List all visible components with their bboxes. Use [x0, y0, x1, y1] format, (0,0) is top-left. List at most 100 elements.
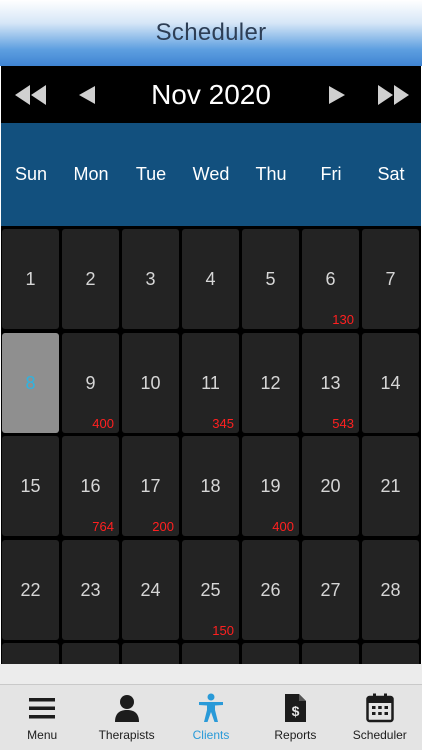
tab-label: Reports: [274, 728, 317, 742]
day-number: 11: [201, 372, 220, 393]
day-cell[interactable]: 24: [122, 539, 179, 640]
day-cell[interactable]: 6 130: [302, 229, 359, 329]
day-cell[interactable]: 11 345: [182, 332, 239, 433]
day-number: 13: [320, 372, 341, 393]
day-cell[interactable]: 19 400: [242, 436, 299, 536]
app-header: Scheduler: [0, 0, 422, 66]
day-number: 2: [85, 269, 96, 289]
day-cell[interactable]: [302, 643, 359, 664]
menu-icon: [29, 698, 56, 719]
day-number: 15: [20, 476, 41, 496]
day-cell[interactable]: 1: [2, 229, 59, 329]
day-cell[interactable]: 5: [242, 229, 299, 329]
day-number: 6: [325, 269, 336, 289]
day-cell[interactable]: 22: [2, 539, 59, 640]
weekday-label: Wed: [192, 164, 230, 184]
day-cell[interactable]: [182, 643, 239, 664]
day-cell[interactable]: 13 543: [302, 332, 359, 433]
appointment-count: 130: [332, 312, 354, 327]
day-cell[interactable]: 4: [182, 229, 239, 329]
day-cell[interactable]: 9 400: [62, 332, 119, 433]
weekday-header: Sun Mon Tue Wed Thu Fri Sat: [1, 123, 421, 226]
tab-label: Clients: [192, 728, 230, 742]
weekday-label: Fri: [320, 164, 342, 184]
day-number: 3: [145, 269, 156, 289]
weekday-label: Sun: [14, 164, 48, 184]
weekday-label: Sat: [377, 164, 405, 184]
day-number: 21: [380, 476, 401, 496]
tab-scheduler[interactable]: Scheduler: [338, 685, 422, 750]
day-number: 28: [380, 579, 401, 600]
next-year-button[interactable]: [371, 66, 415, 123]
previous-month-button[interactable]: [65, 66, 109, 123]
day-cell[interactable]: 26: [242, 539, 299, 640]
previous-year-button[interactable]: [9, 66, 53, 123]
double-chevron-left-icon: [15, 84, 46, 105]
day-cell[interactable]: 14: [362, 332, 419, 433]
tab-clients[interactable]: Clients: [169, 685, 253, 750]
page-title: Scheduler: [155, 19, 267, 46]
day-cell[interactable]: 23: [62, 539, 119, 640]
day-cell[interactable]: [2, 643, 59, 664]
chevron-left-icon: [79, 85, 95, 104]
day-cell[interactable]: 17 200: [122, 436, 179, 536]
appointment-count: 150: [212, 622, 234, 638]
day-cell[interactable]: [122, 643, 179, 664]
appointment-count: 764: [92, 519, 114, 534]
day-number: 19: [260, 476, 281, 496]
tab-label: Scheduler: [352, 728, 407, 742]
month-label: Nov 2020: [151, 78, 271, 110]
appointment-count: 345: [212, 415, 234, 431]
tab-menu[interactable]: Menu: [0, 685, 84, 750]
svg-text:$: $: [292, 703, 300, 719]
day-number: 9: [85, 372, 96, 393]
day-number: 12: [260, 372, 281, 393]
report-document-icon: $: [285, 694, 307, 722]
day-number: 1: [25, 269, 36, 289]
divider: [0, 664, 422, 684]
day-cell[interactable]: 21: [362, 436, 419, 536]
day-cell[interactable]: [62, 643, 119, 664]
tab-reports[interactable]: $ Reports: [253, 685, 337, 750]
day-cell[interactable]: 3: [122, 229, 179, 329]
day-number: 8: [25, 372, 36, 393]
day-number: 20: [320, 476, 341, 496]
day-number: 26: [260, 579, 281, 600]
day-number: 23: [80, 579, 101, 600]
double-chevron-right-icon: [378, 84, 409, 105]
day-number: 5: [265, 269, 276, 289]
day-cell[interactable]: 25 150: [182, 539, 239, 640]
day-number: 22: [20, 579, 41, 600]
day-cell[interactable]: 20: [302, 436, 359, 536]
weekday-label: Thu: [255, 164, 287, 184]
weekday-label: Mon: [73, 164, 109, 184]
day-cell[interactable]: 10: [122, 332, 179, 433]
day-number: 27: [320, 579, 341, 600]
day-cell[interactable]: 27: [302, 539, 359, 640]
day-number: 25: [200, 579, 221, 600]
day-cell[interactable]: 15: [2, 436, 59, 536]
tab-label: Menu: [27, 728, 58, 742]
appointment-count: 543: [332, 415, 354, 431]
day-cell[interactable]: 12: [242, 332, 299, 433]
day-cell[interactable]: 7: [362, 229, 419, 329]
day-grid: 1 2 3 4 5 6 130 7 8 9 400 10 11 345 12 13 543 14 15 16 764 17…: [1, 226, 421, 664]
day-cell[interactable]: [242, 643, 299, 664]
day-cell[interactable]: 18: [182, 436, 239, 536]
month-navigation-bar: Nov 2020: [1, 66, 421, 123]
day-number: 14: [380, 372, 401, 393]
tab-therapists[interactable]: Therapists: [84, 685, 168, 750]
day-cell[interactable]: 2: [62, 229, 119, 329]
appointment-count: 200: [152, 519, 174, 534]
day-cell[interactable]: 16 764: [62, 436, 119, 536]
day-number: 7: [385, 269, 396, 289]
day-number: 4: [205, 269, 216, 289]
day-cell[interactable]: 28: [362, 539, 419, 640]
person-icon: [114, 695, 139, 722]
day-cell[interactable]: [362, 643, 419, 664]
next-month-button[interactable]: [315, 66, 359, 123]
appointment-count: 400: [92, 415, 114, 431]
selected-day-cell[interactable]: 8: [2, 332, 59, 433]
chevron-right-icon: [329, 85, 345, 104]
bottom-tab-bar: Menu Therapists Clients $ Reports Schedu…: [0, 684, 422, 750]
